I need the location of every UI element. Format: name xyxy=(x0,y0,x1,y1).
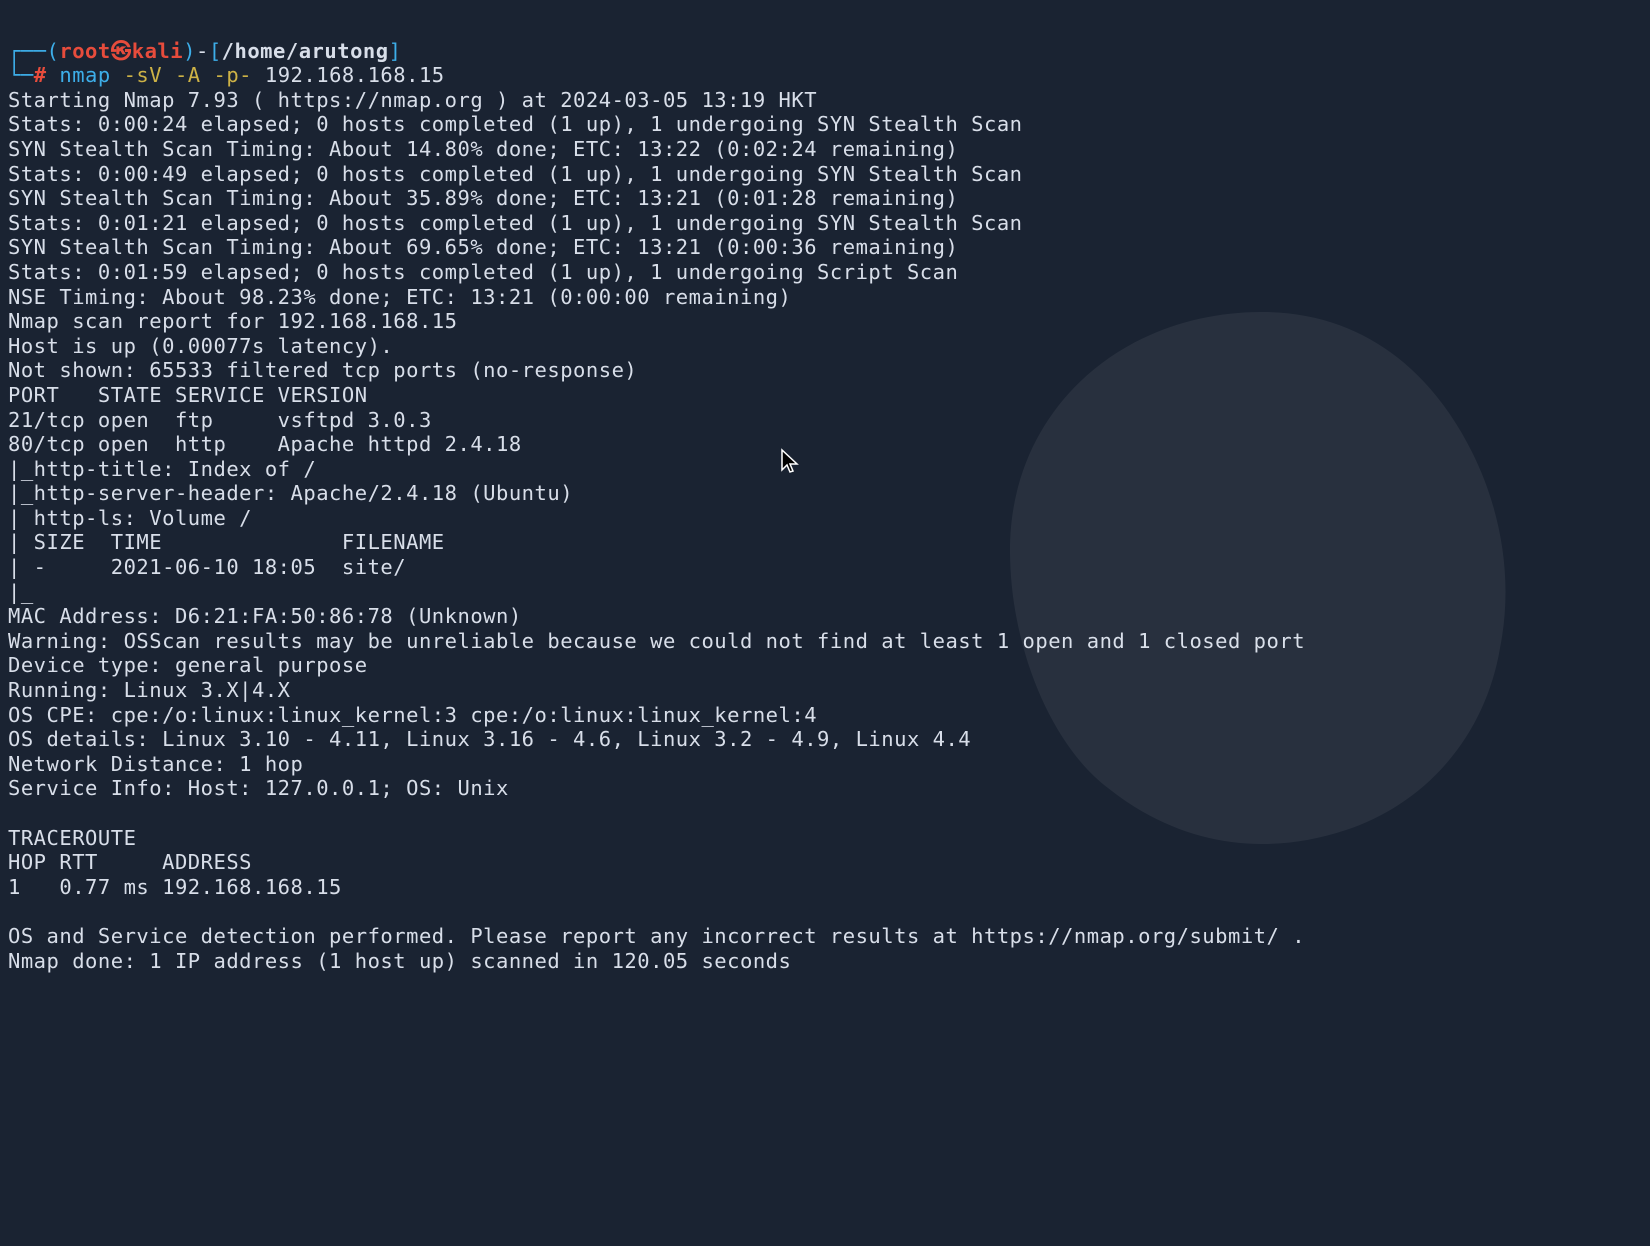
terminal-output[interactable]: ┌──(root㉿kali)-[/home/arutong] └─# nmap … xyxy=(0,0,1650,981)
prompt-cwd: /home/arutong xyxy=(222,39,389,63)
output-line: Stats: 0:01:59 elapsed; 0 hosts complete… xyxy=(8,260,958,284)
output-line: Device type: general purpose xyxy=(8,653,368,677)
output-line: Stats: 0:00:49 elapsed; 0 hosts complete… xyxy=(8,162,1023,186)
output-line: Network Distance: 1 hop xyxy=(8,752,303,776)
prompt-paren-close: ) xyxy=(183,39,196,63)
prompt-user: root xyxy=(59,39,110,63)
output-line: SYN Stealth Scan Timing: About 69.65% do… xyxy=(8,235,958,259)
prompt-line2: └─# nmap -sV -A -p- 192.168.168.15 xyxy=(8,63,445,87)
prompt-dash: - xyxy=(196,39,209,63)
output-line: PORT STATE SERVICE VERSION xyxy=(8,383,368,407)
prompt-bracket-open: [ xyxy=(209,39,222,63)
output-line: SYN Stealth Scan Timing: About 14.80% do… xyxy=(8,137,958,161)
output-line: 80/tcp open http Apache httpd 2.4.18 xyxy=(8,432,522,456)
prompt-skull-icon: ㉿ xyxy=(111,39,132,63)
output-line: SYN Stealth Scan Timing: About 35.89% do… xyxy=(8,186,958,210)
output-line: |_http-server-header: Apache/2.4.18 (Ubu… xyxy=(8,481,573,505)
prompt-hash: # xyxy=(34,63,47,87)
output-line: Starting Nmap 7.93 ( https://nmap.org ) … xyxy=(8,88,817,112)
prompt-line1: ┌──(root㉿kali)-[/home/arutong] xyxy=(8,39,401,63)
prompt-host: kali xyxy=(132,39,183,63)
output-line: |_http-title: Index of / xyxy=(8,457,316,481)
output-line: 21/tcp open ftp vsftpd 3.0.3 xyxy=(8,408,432,432)
output-line: Host is up (0.00077s latency). xyxy=(8,334,393,358)
output-line: Service Info: Host: 127.0.0.1; OS: Unix xyxy=(8,776,509,800)
output-line: HOP RTT ADDRESS xyxy=(8,850,252,874)
output-line: MAC Address: D6:21:FA:50:86:78 (Unknown) xyxy=(8,604,522,628)
output-line: Stats: 0:01:21 elapsed; 0 hosts complete… xyxy=(8,211,1023,235)
output-line: | SIZE TIME FILENAME xyxy=(8,530,445,554)
output-line: Stats: 0:00:24 elapsed; 0 hosts complete… xyxy=(8,112,1023,136)
output-line: | http-ls: Volume / xyxy=(8,506,252,530)
output-line: |_ xyxy=(8,580,34,604)
output-line: Nmap scan report for 192.168.168.15 xyxy=(8,309,457,333)
output-line: Nmap done: 1 IP address (1 host up) scan… xyxy=(8,949,791,973)
prompt-corner-bottom: └─ xyxy=(8,63,34,87)
output-line: Not shown: 65533 filtered tcp ports (no-… xyxy=(8,358,637,382)
prompt-paren-open: ( xyxy=(47,39,60,63)
output-line: | - 2021-06-10 18:05 site/ xyxy=(8,555,406,579)
command-name: nmap xyxy=(59,63,123,87)
prompt-bracket-close: ] xyxy=(389,39,402,63)
output-line: Warning: OSScan results may be unreliabl… xyxy=(8,629,1305,653)
output-line: OS and Service detection performed. Plea… xyxy=(8,924,1305,948)
output-line: NSE Timing: About 98.23% done; ETC: 13:2… xyxy=(8,285,791,309)
output-line: Running: Linux 3.X|4.X xyxy=(8,678,291,702)
output-line: TRACEROUTE xyxy=(8,826,136,850)
command-arg: 192.168.168.15 xyxy=(252,63,445,87)
output-line: OS CPE: cpe:/o:linux:linux_kernel:3 cpe:… xyxy=(8,703,817,727)
prompt-corner-top: ┌── xyxy=(8,39,47,63)
output-line: OS details: Linux 3.10 - 4.11, Linux 3.1… xyxy=(8,727,971,751)
output-line: 1 0.77 ms 192.168.168.15 xyxy=(8,875,342,899)
command-flags: -sV -A -p- xyxy=(124,63,252,87)
